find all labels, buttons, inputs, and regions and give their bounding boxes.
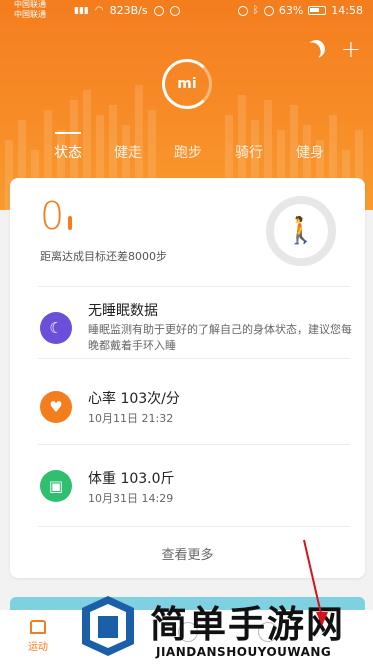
sleep-subtitle: 睡眠监测有助于更好的了解自己的身体状态，建议您每晚都戴着手环入睡 [88, 323, 352, 352]
tab-cycle[interactable]: 骑行 [235, 142, 263, 162]
moon-icon: ☾ [40, 312, 72, 344]
status-right: ᛒ 63% 14:58 [237, 4, 363, 17]
goal-remaining-note: 距离达成目标还差8000步 [40, 250, 167, 263]
nav-sport[interactable]: 运动 [22, 620, 54, 653]
step-progress-ring[interactable]: 🚶 [266, 196, 336, 266]
message-icon [153, 5, 164, 16]
tab-fitness[interactable]: 健身 [296, 142, 324, 162]
divider [38, 358, 350, 359]
bluetooth-icon: ᛒ [252, 5, 259, 16]
sport-tabs: 状态 健走 跑步 骑行 健身 [0, 142, 373, 168]
app-notification-icon [169, 5, 180, 16]
heart-rate-time: 10月11日 21:32 [88, 412, 174, 425]
tab-status[interactable]: 状态 [54, 142, 82, 162]
heart-rate-title: 心率 103次/分 [88, 391, 180, 407]
walker-icon: 🚶 [284, 216, 318, 246]
tab-walk[interactable]: 健走 [114, 142, 142, 162]
step-count-marker [68, 216, 72, 230]
watermark-logo [82, 596, 134, 656]
alarm-icon [237, 5, 248, 16]
carrier-1: 中国联通 [14, 0, 46, 9]
carrier-2: 中国联通 [14, 10, 46, 19]
status-left: ▮▮▮ ◠ 823B/s [74, 4, 180, 17]
battery-percent: 63% [278, 4, 304, 17]
net-speed: 823B/s [109, 4, 148, 17]
step-count[interactable]: 0 [40, 194, 64, 238]
nav-sport-label: 运动 [28, 642, 48, 653]
watermark-subtitle: JIANDANSHOUYOUWANG [156, 645, 332, 659]
sleep-title: 无睡眠数据 [88, 303, 158, 319]
status-card: 0 距离达成目标还差8000步 🚶 ☾ 无睡眠数据 睡眠监测有助于更好的了解自己… [10, 178, 365, 578]
heart-icon: ♥ [40, 391, 72, 423]
signal-icon: ▮▮▮ [74, 5, 89, 16]
active-tab-indicator [55, 132, 81, 134]
tab-run[interactable]: 跑步 [174, 142, 202, 162]
status-bar: 中国联通 中国联通 ▮▮▮ ◠ 823B/s ᛒ 63% 14:58 [0, 0, 373, 22]
wifi-icon: ◠ [94, 5, 104, 16]
nfc-icon [263, 5, 274, 16]
sleep-mode-icon[interactable] [304, 37, 329, 62]
weight-title: 体重 103.0斤 [88, 471, 175, 487]
add-icon[interactable]: + [341, 37, 361, 61]
battery-icon [308, 6, 327, 15]
logo-text: mi [177, 76, 197, 92]
scale-icon: ▣ [40, 470, 72, 502]
carrier-labels: 中国联通 中国联通 [14, 0, 46, 20]
header-actions: + [307, 37, 361, 61]
red-arrow-annotation [303, 539, 328, 626]
home-icon [30, 620, 46, 634]
divider [38, 444, 350, 445]
clock: 14:58 [331, 4, 363, 17]
divider [38, 286, 350, 287]
divider [38, 526, 350, 527]
weight-time: 10月31日 14:29 [88, 492, 174, 505]
mi-band-logo[interactable]: mi [162, 59, 212, 109]
